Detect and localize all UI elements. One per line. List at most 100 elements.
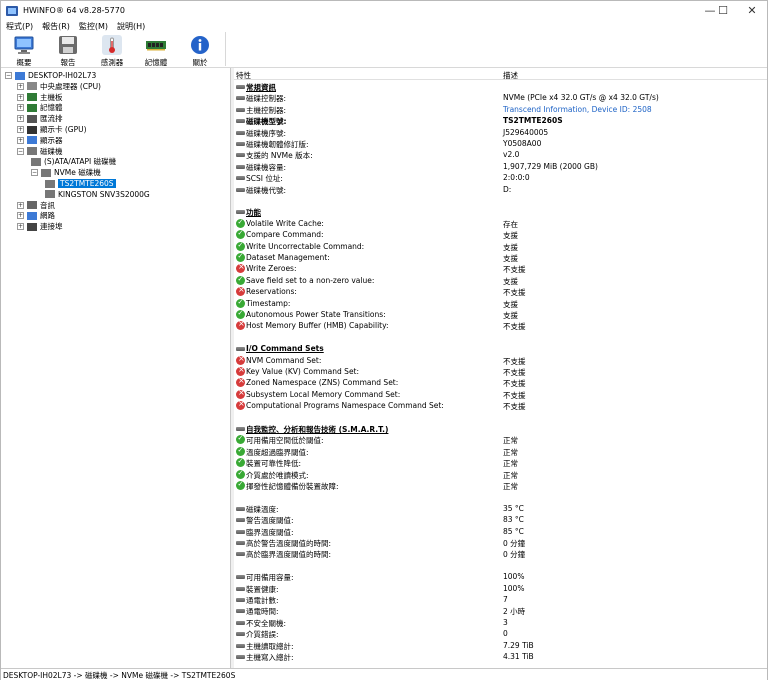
- property-row[interactable]: 介質處於唯讀模式: 正常: [234, 469, 767, 480]
- menu-report[interactable]: 報告(R): [42, 21, 70, 32]
- tree-item-label: (S)ATA/ATAPI 磁碟機: [44, 157, 117, 167]
- details-panel: 特性 描述 常規資訊 磁碟控制器: NVMe (PCIe x4 32.0 GT/s …: [234, 68, 767, 668]
- property-row[interactable]: Timestamp: 支援: [234, 298, 767, 309]
- tree-expander[interactable]: −: [5, 72, 12, 79]
- property-row[interactable]: Write Uncorrectable Command: 支援: [234, 241, 767, 252]
- toolbar-report-button[interactable]: 報告: [47, 32, 89, 68]
- tree-expander[interactable]: +: [17, 82, 24, 90]
- tree-expander[interactable]: +: [17, 212, 24, 220]
- property-row[interactable]: 磁碟機型號: TS2TMTE260S: [234, 115, 767, 126]
- tree-expander[interactable]: +: [17, 201, 24, 209]
- toolbar-separator: [225, 32, 226, 66]
- section-header[interactable]: I/O Command Sets: [234, 343, 767, 354]
- toolbar-about-label: 關於: [192, 58, 208, 67]
- menu-help[interactable]: 說明(H): [117, 21, 145, 32]
- property-icon: [236, 609, 245, 614]
- property-row[interactable]: 支援的 NVMe 版本: v2.0: [234, 149, 767, 160]
- property-row[interactable]: 裝置可靠性降低: 正常: [234, 457, 767, 468]
- property-value[interactable]: Transcend Information, Device ID: 2508: [503, 105, 652, 114]
- property-row[interactable]: 主機寫入總計: 4.31 TiB: [234, 651, 767, 662]
- tree-item[interactable]: − NVMe 磁碟機: [31, 167, 101, 178]
- property-row[interactable]: 介質錯誤: 0: [234, 628, 767, 639]
- property-row[interactable]: 不安全關機: 3: [234, 617, 767, 628]
- section-header[interactable]: 功能: [234, 206, 767, 217]
- property-row[interactable]: Computational Programs Namespace Command…: [234, 399, 767, 411]
- tree-item[interactable]: + 顯示卡 (GPU): [17, 124, 87, 135]
- tree-item[interactable]: KINGSTON SNV3S2000G: [45, 189, 150, 200]
- property-row[interactable]: 裝置健康: 100%: [234, 583, 767, 594]
- property-row[interactable]: Save field set to a non-zero value: 支援: [234, 275, 767, 286]
- tree-item[interactable]: − DESKTOP-IH02L73: [5, 70, 96, 81]
- property-row[interactable]: Zoned Namespace (ZNS) Command Set: 不支援: [234, 376, 767, 388]
- property-row[interactable]: 通電時間: 2 小時: [234, 605, 767, 616]
- tree-item[interactable]: + 中央處理器 (CPU): [17, 81, 101, 92]
- property-row[interactable]: 主機控制器: Transcend Information, Device ID: …: [234, 104, 767, 115]
- property-value: 支援: [503, 254, 518, 263]
- property-row[interactable]: 磁碟機序號: J529640005: [234, 127, 767, 138]
- property-row[interactable]: 磁碟機容量: 1,907,729 MiB (2000 GB): [234, 161, 767, 172]
- tree-item[interactable]: + 網路: [17, 210, 55, 221]
- property-row[interactable]: Reservations: 不支援: [234, 285, 767, 297]
- tree-expander[interactable]: +: [17, 126, 24, 133]
- property-row[interactable]: Host Memory Buffer (HMB) Capability: 不支援: [234, 319, 767, 331]
- property-row[interactable]: 磁碟機代號: D:: [234, 184, 767, 195]
- property-value: NVMe (PCIe x4 32.0 GT/s @ x4 32.0 GT/s): [503, 93, 659, 103]
- property-row[interactable]: Compare Command: 支援: [234, 229, 767, 240]
- property-row[interactable]: 高於臨界溫度閾值的時間: 0 分鐘: [234, 548, 767, 559]
- menu-program[interactable]: 程式(P): [6, 21, 33, 32]
- property-value: 正常: [503, 482, 518, 491]
- property-value: TS2TMTE260S: [503, 116, 563, 126]
- property-row[interactable]: 臨界溫度閾值: 85 °C: [234, 526, 767, 537]
- column-header-feature[interactable]: 特性: [236, 70, 251, 81]
- tree-item[interactable]: TS2TMTE260S: [45, 178, 116, 189]
- property-row[interactable]: 高於警告溫度閾值的時間: 0 分鐘: [234, 537, 767, 548]
- property-row[interactable]: 揮發性記憶體備份裝置故障: 正常: [234, 480, 767, 491]
- tree-expander[interactable]: −: [31, 169, 38, 177]
- property-row[interactable]: 磁碟機韌體修訂版: Y0508A00: [234, 138, 767, 149]
- tree-node-icon: [45, 179, 55, 188]
- tree-expander[interactable]: +: [17, 136, 24, 144]
- property-row[interactable]: 通電計數: 7: [234, 594, 767, 605]
- tree-item[interactable]: + 連接埠: [17, 221, 63, 232]
- tree-expander[interactable]: −: [17, 147, 24, 155]
- tree-item[interactable]: + 顯示器: [17, 135, 63, 146]
- tree-expander[interactable]: +: [17, 104, 24, 112]
- property-row[interactable]: 警告溫度閾值: 83 °C: [234, 514, 767, 525]
- property-row[interactable]: Subsystem Local Memory Command Set: 不支援: [234, 388, 767, 400]
- close-button[interactable]: ✕: [737, 1, 767, 20]
- property-row[interactable]: SCSI 位址: 2:0:0:0: [234, 172, 767, 183]
- property-row[interactable]: Volatile Write Cache: 存在: [234, 218, 767, 229]
- tree-item[interactable]: + 記憶體: [17, 102, 63, 113]
- property-row[interactable]: NVM Command Set: 不支援: [234, 354, 767, 366]
- tree-expander[interactable]: +: [17, 115, 24, 123]
- property-row[interactable]: 溫度超過臨界閾值: 正常: [234, 446, 767, 457]
- section-icon: [236, 85, 245, 89]
- property-row[interactable]: 磁碟控制器: NVMe (PCIe x4 32.0 GT/s @ x4 32.0 …: [234, 92, 767, 103]
- tree-item[interactable]: + 匯流排: [17, 113, 63, 124]
- maximize-button[interactable]: ☐: [708, 1, 738, 20]
- property-row[interactable]: Write Zeroes: 不支援: [234, 262, 767, 274]
- toolbar-memory-button[interactable]: 記憶體: [135, 32, 177, 68]
- toolbar-summary-button[interactable]: 概要: [3, 32, 45, 68]
- toolbar-sensors-button[interactable]: 感測器: [91, 32, 133, 68]
- property-row[interactable]: 可用備用容量: 100%: [234, 571, 767, 582]
- tree-item[interactable]: − 磁碟機: [17, 146, 63, 157]
- tree-item[interactable]: (S)ATA/ATAPI 磁碟機: [31, 156, 116, 167]
- property-row[interactable]: 主機讀取總計: 7.29 TiB: [234, 640, 767, 651]
- tree-item[interactable]: + 音訊: [17, 200, 55, 211]
- check-icon: [236, 309, 245, 319]
- property-row[interactable]: Dataset Management: 支援: [234, 252, 767, 263]
- section-header[interactable]: 常規資訊: [234, 81, 767, 92]
- property-row[interactable]: Autonomous Power State Transitions: 支援: [234, 309, 767, 320]
- toolbar-about-button[interactable]: 關於: [179, 32, 221, 68]
- property-name: Reservations:: [246, 287, 297, 297]
- section-header[interactable]: 自我監控、分析和報告技術 (S.M.A.R.T.): [234, 423, 767, 434]
- tree-expander[interactable]: +: [17, 93, 24, 101]
- menu-monitor[interactable]: 監控(M): [79, 21, 108, 32]
- tree-item[interactable]: + 主機板: [17, 92, 63, 103]
- column-header-description[interactable]: 描述: [503, 70, 518, 81]
- property-row[interactable]: 可用備用空間低於閾值: 正常: [234, 434, 767, 445]
- property-row[interactable]: Key Value (KV) Command Set: 不支援: [234, 365, 767, 377]
- tree-expander[interactable]: +: [17, 223, 24, 231]
- property-row[interactable]: 磁碟溫度: 35 °C: [234, 503, 767, 514]
